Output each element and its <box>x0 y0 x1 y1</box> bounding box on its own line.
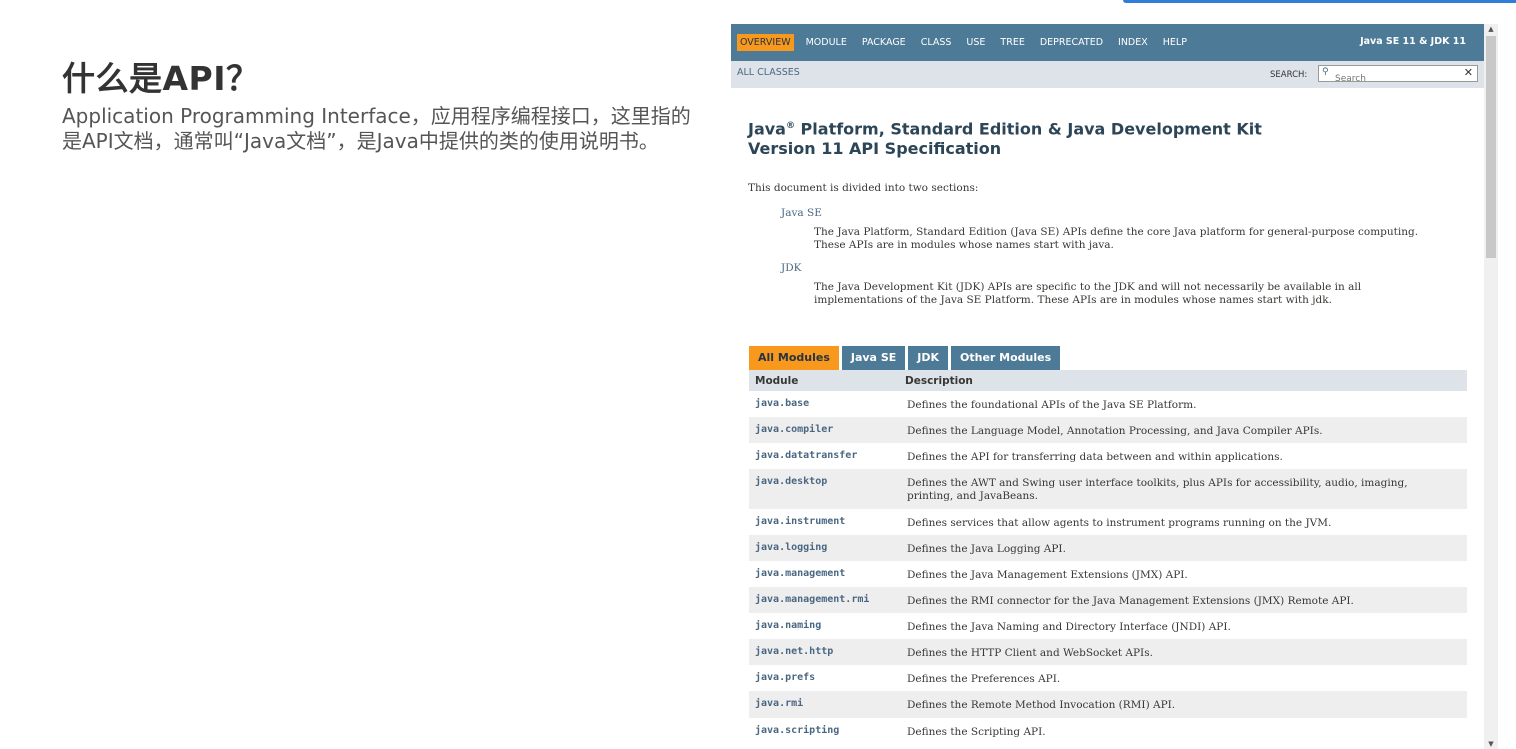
table-row: java.management.rmi Defines the RMI conne… <box>749 587 1467 613</box>
header-description: Description <box>905 374 973 387</box>
scroll-thumb[interactable] <box>1486 36 1496 258</box>
module-tabs: All Modules Java SE JDK Other Modules <box>749 346 1063 370</box>
module-link[interactable]: java.base <box>749 391 905 409</box>
table-row: java.base Defines the foundational APIs o… <box>749 391 1467 417</box>
section-desc-java-se: The Java Platform, Standard Edition (Jav… <box>814 226 1419 251</box>
registered-mark: ® <box>785 121 795 131</box>
tab-jdk[interactable]: JDK <box>908 346 948 370</box>
module-link[interactable]: java.compiler <box>749 417 905 435</box>
table-row: java.datatransfer Defines the API for tra… <box>749 443 1467 469</box>
nav-help[interactable]: HELP <box>1160 34 1190 51</box>
module-description: Defines the HTTP Client and WebSocket AP… <box>907 647 1153 659</box>
module-description: Defines the Language Model, Annotation P… <box>907 425 1323 437</box>
module-link[interactable]: java.scripting <box>749 718 905 736</box>
module-description: Defines the API for transferring data be… <box>907 451 1283 463</box>
tab-java-se[interactable]: Java SE <box>841 346 906 370</box>
table-row: java.net.http Defines the HTTP Client and… <box>749 639 1467 665</box>
module-description: Defines the AWT and Swing user interface… <box>907 477 1408 502</box>
module-link[interactable]: java.naming <box>749 613 905 631</box>
top-navbar: OVERVIEW MODULE PACKAGE CLASS USE TREE D… <box>731 24 1484 61</box>
nav-overview[interactable]: OVERVIEW <box>737 34 794 51</box>
table-row: java.desktop Defines the AWT and Swing us… <box>749 469 1467 509</box>
nav-use[interactable]: USE <box>963 34 988 51</box>
tab-other-modules[interactable]: Other Modules <box>951 346 1061 370</box>
tab-all-modules[interactable]: All Modules <box>749 346 839 370</box>
table-row: java.prefs Defines the Preferences API. <box>749 665 1467 691</box>
nav-module[interactable]: MODULE <box>803 34 850 51</box>
module-description: Defines the Java Naming and Directory In… <box>907 621 1231 633</box>
table-row: java.rmi Defines the Remote Method Invoca… <box>749 691 1467 718</box>
title-line2: Version 11 API Specification <box>748 139 1002 159</box>
module-link[interactable]: java.management <box>749 561 905 579</box>
module-description: Defines the Scripting API. <box>907 726 1046 738</box>
all-classes-link[interactable]: ALL CLASSES <box>737 67 800 78</box>
nav-package[interactable]: PACKAGE <box>859 34 909 51</box>
title-java: Java <box>748 119 786 139</box>
module-link[interactable]: java.desktop <box>749 469 905 487</box>
module-description: Defines the Java Logging API. <box>907 543 1066 555</box>
module-description: Defines the RMI connector for the Java M… <box>907 595 1354 607</box>
table-row: java.compiler Defines the Language Model,… <box>749 417 1467 443</box>
search-input[interactable] <box>1319 72 1460 86</box>
sub-navbar: ALL CLASSES SEARCH: ⚲ ✕ <box>731 61 1484 88</box>
search-icon: ⚲ <box>1322 67 1329 77</box>
module-link[interactable]: java.rmi <box>749 691 905 709</box>
module-description: Defines the Remote Method Invocation (RM… <box>907 699 1176 711</box>
nav-class[interactable]: CLASS <box>918 34 955 51</box>
table-row: java.naming Defines the Java Naming and D… <box>749 613 1467 639</box>
slide-title: 什么是API？ <box>62 59 260 98</box>
clear-search-icon[interactable]: ✕ <box>1464 66 1473 79</box>
module-link[interactable]: java.net.http <box>749 639 905 657</box>
section-term-java-se[interactable]: Java SE <box>781 207 822 219</box>
slide-body-text: Application Programming Interface，应用程序编程… <box>62 104 691 153</box>
module-link[interactable]: java.prefs <box>749 665 905 683</box>
nav-deprecated[interactable]: DEPRECATED <box>1037 34 1106 51</box>
module-link[interactable]: java.datatransfer <box>749 443 905 461</box>
version-label: Java SE 11 & JDK 11 <box>1360 36 1466 47</box>
scroll-up-icon[interactable]: ▲ <box>1484 24 1498 34</box>
module-description: Defines the Java Management Extensions (… <box>907 569 1188 581</box>
table-row: java.scripting Defines the Scripting API. <box>749 718 1467 745</box>
vertical-scrollbar[interactable]: ▲ ▼ <box>1484 24 1498 749</box>
module-description: Defines services that allow agents to in… <box>907 517 1332 529</box>
table-row: java.management Defines the Java Manageme… <box>749 561 1467 587</box>
module-description: Defines the Preferences API. <box>907 673 1061 685</box>
modules-table: Module Description java.base Defines the … <box>749 370 1467 745</box>
top-accent-line <box>1123 0 1516 3</box>
module-description: Defines the foundational APIs of the Jav… <box>907 399 1197 411</box>
search-box: ⚲ ✕ <box>1318 65 1478 86</box>
title-line1-rest: Platform, Standard Edition & Java Develo… <box>794 119 1262 139</box>
nav-index[interactable]: INDEX <box>1115 34 1151 51</box>
nav-tree[interactable]: TREE <box>997 34 1027 51</box>
section-desc-jdk: The Java Development Kit (JDK) APIs are … <box>814 281 1362 306</box>
page-title: Java® Platform, Standard Edition & Java … <box>748 116 1262 159</box>
section-term-jdk[interactable]: JDK <box>781 262 801 274</box>
intro-text: This document is divided into two sectio… <box>748 182 979 194</box>
module-link[interactable]: java.management.rmi <box>749 587 905 605</box>
table-header: Module Description <box>749 370 1467 391</box>
module-link[interactable]: java.logging <box>749 535 905 553</box>
javadoc-page: OVERVIEW MODULE PACKAGE CLASS USE TREE D… <box>731 24 1484 749</box>
table-row: java.instrument Defines services that all… <box>749 509 1467 535</box>
search-label: SEARCH: <box>1270 70 1308 80</box>
table-row: java.logging Defines the Java Logging API… <box>749 535 1467 561</box>
module-link[interactable]: java.instrument <box>749 509 905 527</box>
scroll-down-icon[interactable]: ▼ <box>1484 739 1498 749</box>
header-module: Module <box>755 374 799 387</box>
